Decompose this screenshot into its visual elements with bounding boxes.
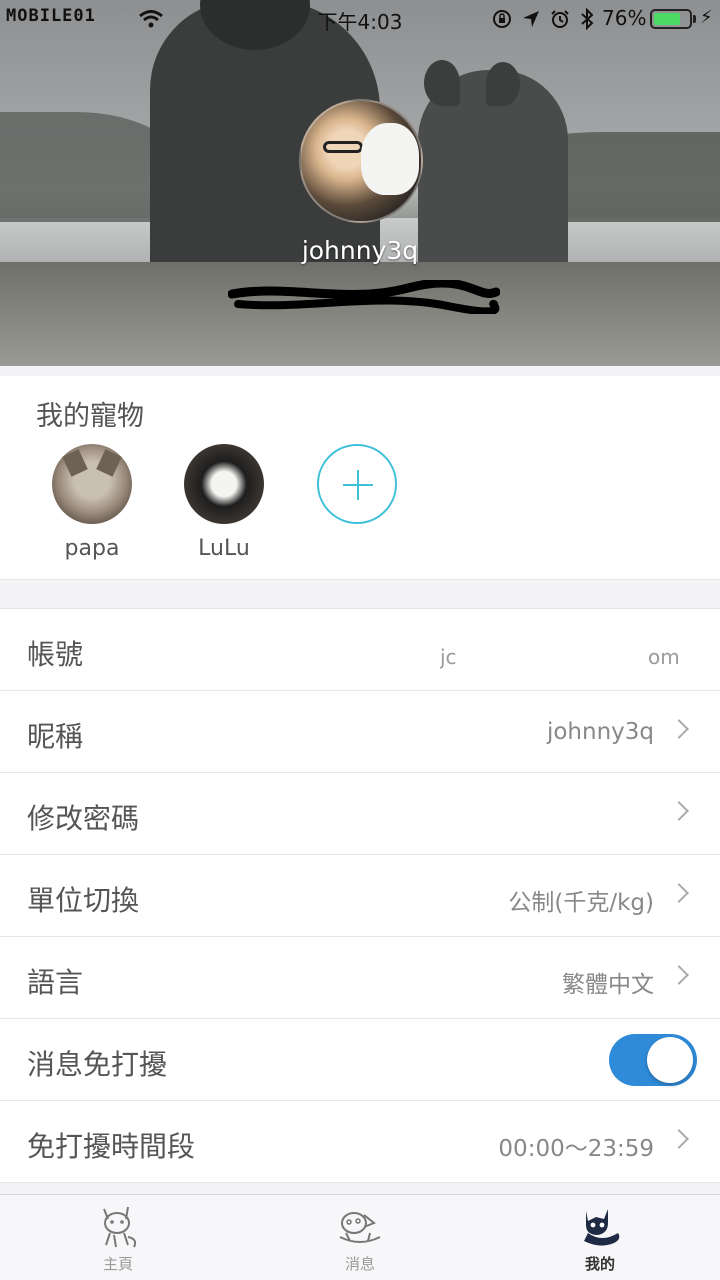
battery-level-fill xyxy=(654,13,680,25)
avatar-glasses xyxy=(323,141,363,153)
units-label: 單位切換 xyxy=(27,884,140,917)
cat-profile-icon xyxy=(584,1209,620,1246)
dnd-period-label: 免打擾時間段 xyxy=(27,1130,196,1163)
redacted-email-scribble xyxy=(228,280,500,314)
add-pet-button[interactable] xyxy=(317,444,397,524)
cat-message-icon xyxy=(339,1212,381,1243)
pet-avatar xyxy=(184,444,264,524)
chevron-right-icon xyxy=(669,965,689,985)
background-dog-ear xyxy=(424,60,460,106)
tab-home[interactable]: 主頁 xyxy=(58,1203,178,1274)
background-grass xyxy=(0,262,720,366)
profile-username: johnny3q xyxy=(301,236,419,265)
language-label: 語言 xyxy=(27,966,84,999)
account-value-redacted: jc om xyxy=(440,645,690,669)
chevron-right-icon xyxy=(669,883,689,903)
status-bar: MOBILE01 下午4:03 76% ⚡ xyxy=(0,0,720,40)
nickname-label: 昵稱 xyxy=(27,720,84,753)
tab-label: 主頁 xyxy=(102,1255,133,1273)
password-label: 修改密碼 xyxy=(27,802,140,835)
language-value: 繁體中文 xyxy=(562,972,654,998)
nickname-value: johnny3q xyxy=(546,719,654,745)
settings-list: 帳號 jc om 昵稱 johnny3q 修改密碼 單位切換 公制(千克/kg)… xyxy=(0,608,720,1183)
my-pets-title: 我的寵物 xyxy=(36,401,144,432)
account-value-fragment: jc xyxy=(440,645,457,669)
pet-name: LuLu xyxy=(198,536,250,561)
chevron-right-icon xyxy=(669,1129,689,1149)
settings-row-password[interactable]: 修改密碼 xyxy=(0,773,720,855)
pet-item-lulu[interactable]: LuLu xyxy=(169,444,279,561)
tab-label: 消息 xyxy=(344,1255,375,1273)
settings-row-dnd: 消息免打擾 xyxy=(0,1019,720,1101)
battery-tip xyxy=(693,15,696,23)
chevron-right-icon xyxy=(669,719,689,739)
avatar-cat xyxy=(361,123,419,195)
settings-row-nickname[interactable]: 昵稱 johnny3q xyxy=(0,691,720,773)
pet-avatar xyxy=(52,444,132,524)
tab-messages[interactable]: 消息 xyxy=(300,1203,420,1274)
units-value: 公制(千克/kg) xyxy=(508,890,654,916)
settings-row-dnd-period[interactable]: 免打擾時間段 00:00～23:59 xyxy=(0,1101,720,1183)
rotation-lock-icon xyxy=(493,10,511,28)
settings-row-units[interactable]: 單位切換 公制(千克/kg) xyxy=(0,855,720,937)
pet-item-papa[interactable]: papa xyxy=(37,444,147,561)
alarm-icon xyxy=(551,10,569,28)
battery-icon xyxy=(650,9,692,29)
pet-name: papa xyxy=(64,536,120,561)
location-icon xyxy=(523,11,539,27)
my-pets-section: 我的寵物 papa LuLu xyxy=(0,376,720,580)
account-value-fragment: om xyxy=(648,645,680,669)
settings-row-account[interactable]: 帳號 jc om xyxy=(0,609,720,691)
charging-bolt-icon: ⚡ xyxy=(700,7,713,28)
bluetooth-icon xyxy=(581,8,594,30)
tab-profile[interactable]: 我的 xyxy=(540,1203,660,1274)
account-label: 帳號 xyxy=(27,638,84,671)
dnd-toggle[interactable] xyxy=(609,1034,697,1086)
user-avatar[interactable] xyxy=(299,99,423,223)
dnd-label: 消息免打擾 xyxy=(27,1048,168,1081)
tab-bar: 主頁 消息 我的 xyxy=(0,1194,720,1280)
battery-percent: 76% xyxy=(602,6,647,30)
background-dog-ear xyxy=(486,62,520,106)
cat-home-icon xyxy=(103,1206,137,1248)
toggle-knob xyxy=(647,1037,693,1083)
chevron-right-icon xyxy=(669,801,689,821)
tab-label: 我的 xyxy=(584,1255,615,1273)
profile-header: johnny3q MOBILE01 下午4:03 76% ⚡ xyxy=(0,0,720,366)
dnd-period-value: 00:00～23:59 xyxy=(498,1136,654,1162)
settings-row-language[interactable]: 語言 繁體中文 xyxy=(0,937,720,1019)
